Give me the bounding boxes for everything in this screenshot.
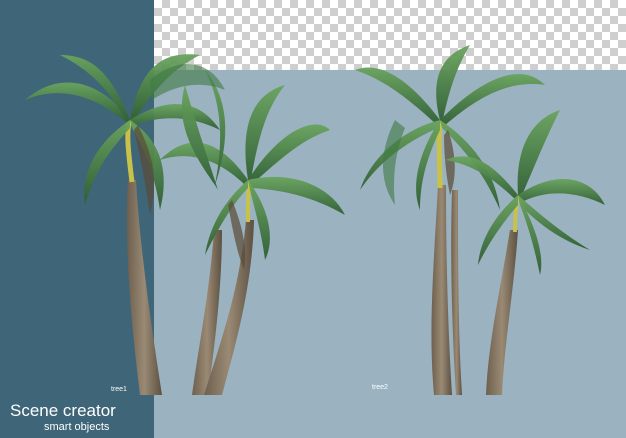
tree1-label: tree1 [111, 386, 127, 393]
brand-title: Scene creator [10, 401, 116, 420]
tree2-label: tree2 [372, 384, 388, 391]
brand-subtitle: smart objects [44, 421, 110, 433]
palm-trees-illustration [25, 45, 605, 395]
palm-tree-left-pair [160, 70, 345, 395]
